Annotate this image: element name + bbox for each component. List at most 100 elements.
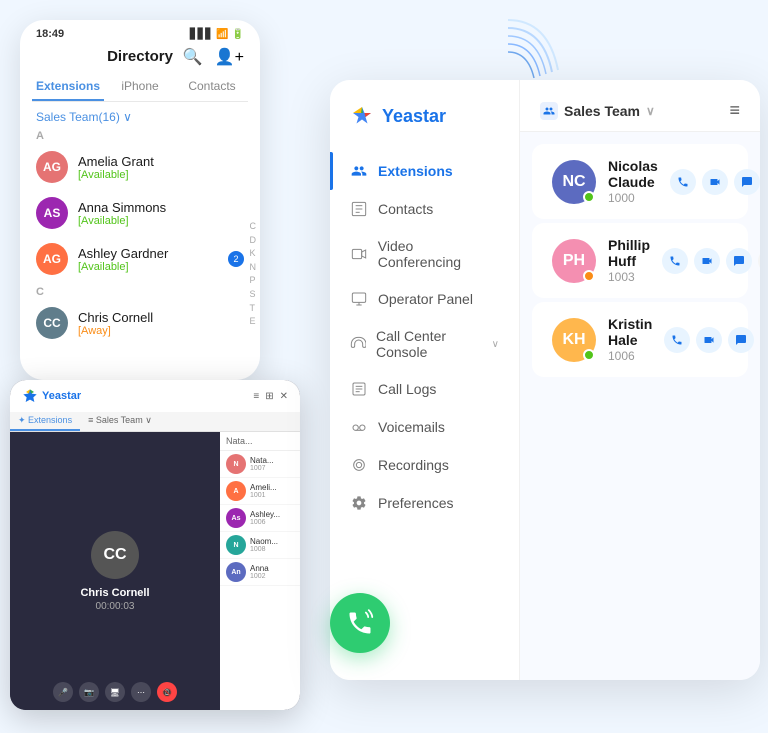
sidebar-item-preferences[interactable]: Preferences (330, 484, 519, 522)
call-video-area: CC Chris Cornell 00:00:03 🎤 📷 🖥 ⋯ 📵 (10, 432, 220, 710)
screen-share-button[interactable]: 🖥 (105, 682, 125, 702)
call-main: CC Chris Cornell 00:00:03 🎤 📷 🖥 ⋯ 📵 Nata… (10, 432, 300, 710)
more-button[interactable]: ⋯ (131, 682, 151, 702)
phone-time: 18:49 (36, 28, 64, 40)
message-button[interactable] (726, 248, 752, 274)
end-call-button[interactable]: 📵 (157, 682, 177, 702)
call-controls: 🎤 📷 🖥 ⋯ 📵 (10, 682, 220, 702)
sidebar: Yeastar Extensions Contacts Video Confer… (330, 80, 520, 680)
float-call-button[interactable] (330, 593, 390, 653)
call-tab-extensions[interactable]: ✦ Extensions (10, 412, 80, 431)
list-item: CC Chris Cornell [Away] (20, 300, 260, 346)
contact-info: Kristin Hale 1006 (608, 316, 652, 363)
phone-call-icon (346, 609, 374, 637)
sidebar-item-calllogs[interactable]: Call Logs (330, 370, 519, 408)
sidebar-item-recordings[interactable]: Recordings (330, 446, 519, 484)
call-button[interactable] (662, 248, 688, 274)
call-tab-sales[interactable]: ≡ Sales Team ∨ (80, 412, 160, 431)
wifi-icon: 📶 (216, 29, 228, 40)
message-button[interactable] (728, 327, 754, 353)
add-contact-icon[interactable]: 👤+ (215, 47, 244, 67)
avatar: AG (36, 243, 68, 275)
sidebar-item-label: Video Conferencing (378, 238, 499, 270)
contact-ext: 1006 (608, 349, 652, 363)
list-item: An Anna 1002 (220, 559, 300, 586)
sidebar-item-voicemail[interactable]: Voicemails (330, 408, 519, 446)
sidebar-item-contacts[interactable]: Contacts (330, 190, 519, 228)
avatar-wrap: KH (552, 318, 596, 362)
operator-icon (350, 290, 368, 308)
phone-section-a: A (20, 126, 260, 144)
contact-name: Kristin Hale (608, 316, 652, 348)
yeastar-logo-icon (350, 104, 374, 128)
group-filter-label: Sales Team (564, 103, 640, 119)
badge-icon: 2 (228, 251, 244, 267)
list-item: A Ameli... 1001 (220, 478, 300, 505)
video-button[interactable] (694, 248, 720, 274)
avatar: As (226, 508, 246, 528)
message-button[interactable] (734, 169, 760, 195)
tab-iphone[interactable]: iPhone (104, 73, 176, 101)
phone-header-title: Directory (107, 48, 173, 65)
status-dot (583, 270, 595, 282)
contact-actions: ··· (664, 327, 760, 353)
avatar: CC (36, 307, 68, 339)
sidebar-item-label: Call Center Console (376, 328, 482, 360)
tab-extensions[interactable]: Extensions (32, 73, 104, 101)
phone-group-label[interactable]: Sales Team(16) ∨ (20, 102, 260, 126)
tab-contacts[interactable]: Contacts (176, 73, 248, 101)
list-item: N Naom... 1008 (220, 532, 300, 559)
avatar-wrap: PH (552, 239, 596, 283)
content-area: Sales Team ∨ ≡ NC Nicolas Claude 1000 (520, 80, 760, 680)
log-icon (350, 380, 368, 398)
call-button[interactable] (664, 327, 690, 353)
call-screen-logo: Yeastar (22, 388, 81, 404)
search-icon[interactable]: 🔍 (183, 47, 203, 67)
contact-actions: ··· (662, 248, 760, 274)
menu-lines-icon: ≡ (253, 391, 259, 402)
caller-avatar: CC (91, 531, 139, 579)
headset-icon (350, 335, 366, 353)
avatar: A (226, 481, 246, 501)
sidebar-item-operator[interactable]: Operator Panel (330, 280, 519, 318)
phone-alphabet: C D K N P S T E (250, 220, 257, 328)
more-options-button[interactable]: ··· (758, 248, 760, 274)
list-item: AG Ashley Gardner [Available] 2 (20, 236, 260, 282)
battery-icon: 🔋 (232, 29, 244, 40)
phone-header-icons: 🔍 👤+ (183, 47, 244, 67)
sidebar-logo: Yeastar (330, 104, 519, 152)
mute-button[interactable]: 🎤 (53, 682, 73, 702)
sidebar-item-callcenter[interactable]: Call Center Console ∨ (330, 318, 519, 370)
call-button[interactable] (670, 169, 696, 195)
call-top-icons: ≡ ⊞ ✕ (253, 391, 288, 402)
avatar: N (226, 535, 246, 555)
sidebar-item-extensions[interactable]: Extensions (330, 152, 519, 190)
phone-tabs: Extensions iPhone Contacts (32, 73, 248, 102)
sidebar-item-label: Extensions (378, 163, 453, 179)
camera-button[interactable]: 📷 (79, 682, 99, 702)
contact-name: Phillip Huff (608, 237, 650, 269)
contact-ext: 1003 (608, 270, 650, 284)
signal-icon: ▋▋▋ (190, 29, 213, 40)
contact-name: Nicolas Claude (608, 158, 658, 190)
phone-status-icons: ▋▋▋ 📶 🔋 (190, 29, 244, 40)
list-item: AG Amelia Grant [Available] (20, 144, 260, 190)
video-icon (350, 245, 368, 263)
video-button[interactable] (696, 327, 722, 353)
sidebar-item-label: Preferences (378, 495, 453, 511)
avatar: An (226, 562, 246, 582)
phone-mockup: 18:49 ▋▋▋ 📶 🔋 Directory 🔍 👤+ Extensions … (20, 20, 260, 380)
main-panel: Yeastar Extensions Contacts Video Confer… (330, 80, 760, 680)
avatar: AS (36, 197, 68, 229)
avatar-wrap: NC (552, 160, 596, 204)
sidebar-item-video[interactable]: Video Conferencing (330, 228, 519, 280)
close-small-icon: ✕ (280, 391, 288, 402)
group-filter[interactable]: Sales Team ∨ (540, 102, 655, 120)
content-header: Sales Team ∨ ≡ (520, 80, 760, 132)
video-button[interactable] (702, 169, 728, 195)
list-item: AS Anna Simmons [Available] (20, 190, 260, 236)
recording-icon (350, 456, 368, 474)
contacts-icon (350, 200, 368, 218)
call-panel: Nata... N Nata... 1007 A Ameli... 1001 A… (220, 432, 300, 710)
menu-icon[interactable]: ≡ (729, 100, 740, 121)
